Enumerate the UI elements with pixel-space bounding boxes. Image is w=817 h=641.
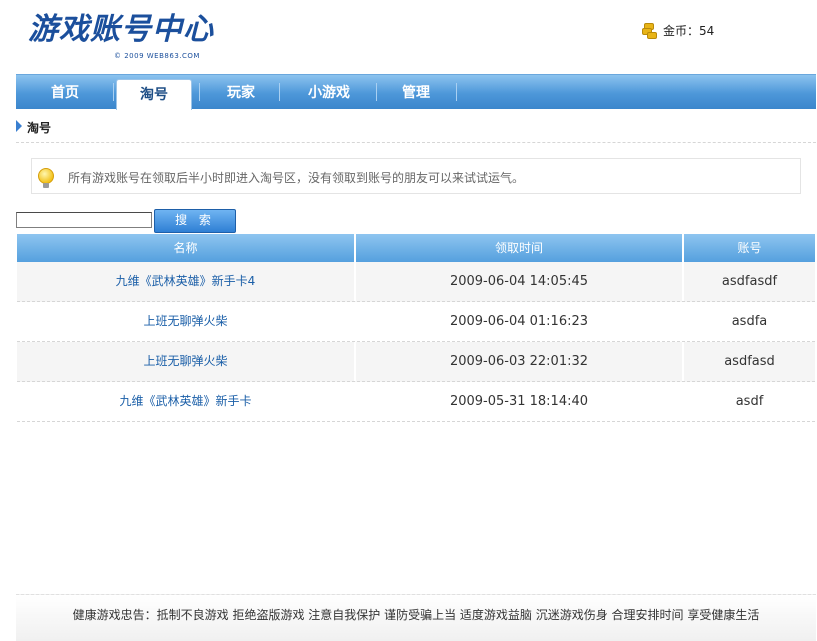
footer-text: 健康游戏忠告：抵制不良游戏 拒绝盗版游戏 注意自我保护 谨防受骗上当 适度游戏益… <box>72 608 760 622</box>
table-row: 上班无聊弹火柴 2009-06-03 22:01:32 asdfasd <box>17 342 815 382</box>
logo-title: 游戏账号中心 <box>28 12 214 47</box>
row-account: asdf <box>735 394 764 409</box>
tab-players[interactable]: 玩家 <box>202 75 280 109</box>
nav-separator <box>456 83 457 101</box>
row-time: 2009-06-03 22:01:32 <box>356 342 684 381</box>
section-header: 淘号 <box>16 118 816 143</box>
row-account: asdfa <box>731 314 768 329</box>
nav-separator <box>376 83 377 101</box>
footer: 健康游戏忠告：抵制不良游戏 拒绝盗版游戏 注意自我保护 谨防受骗上当 适度游戏益… <box>16 594 816 641</box>
search-input[interactable] <box>16 212 152 228</box>
tab-home[interactable]: 首页 <box>26 75 104 109</box>
triangle-right-icon <box>16 120 22 132</box>
notice-box: 所有游戏账号在领取后半小时即进入淘号区，没有领取到账号的朋友可以来试试运气。 <box>31 158 801 194</box>
account-table: 名称 领取时间 账号 九维《武林英雄》新手卡4 2009-06-04 14:05… <box>17 234 815 422</box>
column-header-time[interactable]: 领取时间 <box>356 234 684 262</box>
nav-separator <box>113 83 114 101</box>
row-time: 2009-06-04 14:05:45 <box>356 262 684 301</box>
row-name-link[interactable]: 九维《武林英雄》新手卡4 <box>17 262 356 301</box>
coin-label: 金币：54 <box>663 23 715 38</box>
row-name-link[interactable]: 九维《武林英雄》新手卡 <box>17 382 356 421</box>
coin-balance: 金币：54 <box>642 20 714 40</box>
main-nav: 首页 淘号 玩家 小游戏 管理 <box>16 74 816 110</box>
row-name-link[interactable]: 上班无聊弹火柴 <box>17 342 356 381</box>
coins-icon <box>642 22 658 39</box>
tab-minigames[interactable]: 小游戏 <box>282 75 376 109</box>
row-name-link[interactable]: 上班无聊弹火柴 <box>17 302 356 341</box>
table-row: 上班无聊弹火柴 2009-06-04 01:16:23 asdfa <box>17 302 815 342</box>
lightbulb-icon <box>38 168 54 188</box>
tab-taohao[interactable]: 淘号 <box>116 79 192 110</box>
tab-manage[interactable]: 管理 <box>379 75 453 109</box>
row-account: asdfasd <box>724 354 775 369</box>
table-header: 名称 领取时间 账号 <box>17 234 815 262</box>
notice-text: 所有游戏账号在领取后半小时即进入淘号区，没有领取到账号的朋友可以来试试运气。 <box>68 171 525 185</box>
site-logo[interactable]: 游戏账号中心 © 2009 WEB863.COM <box>28 12 228 64</box>
section-title: 淘号 <box>27 121 52 135</box>
row-time: 2009-05-31 18:14:40 <box>356 382 684 421</box>
table-row: 九维《武林英雄》新手卡 2009-05-31 18:14:40 asdf <box>17 382 815 422</box>
column-header-account[interactable]: 账号 <box>684 234 815 262</box>
nav-separator <box>199 83 200 101</box>
logo-subtitle: © 2009 WEB863.COM <box>114 52 200 60</box>
search-button[interactable]: 搜 索 <box>154 209 236 233</box>
row-time: 2009-06-04 01:16:23 <box>356 302 684 341</box>
table-row: 九维《武林英雄》新手卡4 2009-06-04 14:05:45 asdfasd… <box>17 262 815 302</box>
nav-separator <box>279 83 280 101</box>
column-header-name[interactable]: 名称 <box>17 234 356 262</box>
row-account: asdfasdf <box>721 274 778 289</box>
